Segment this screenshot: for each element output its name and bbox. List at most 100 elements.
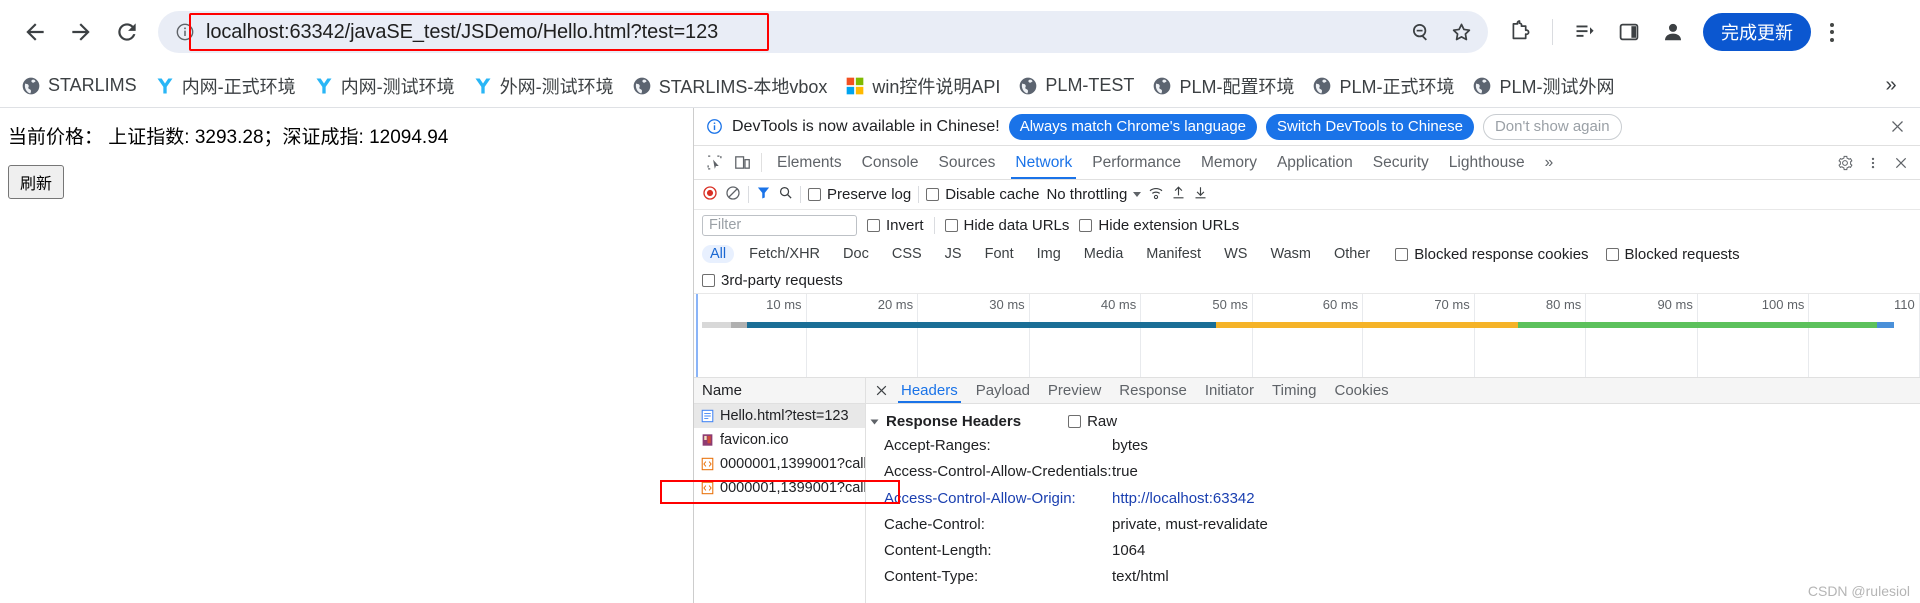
- chip-js[interactable]: JS: [937, 245, 970, 263]
- bookmark-star-button[interactable]: [1444, 15, 1478, 49]
- tab-memory[interactable]: Memory: [1191, 146, 1267, 179]
- search-button[interactable]: [778, 185, 793, 204]
- reading-list-button[interactable]: [1565, 12, 1605, 52]
- extensions-button[interactable]: [1500, 12, 1540, 52]
- bookmark-plm-ext-test[interactable]: PLM-测试外网: [1463, 68, 1623, 104]
- raw-checkbox[interactable]: Raw: [1068, 413, 1117, 430]
- blocked-response-cookies-checkbox[interactable]: Blocked response cookies: [1395, 246, 1589, 263]
- filter-input[interactable]: Filter: [702, 214, 857, 236]
- tab-performance[interactable]: Performance: [1082, 146, 1191, 179]
- tab-network[interactable]: Network: [1005, 146, 1082, 179]
- clear-button[interactable]: [725, 185, 741, 205]
- forward-button[interactable]: [60, 11, 102, 53]
- dont-show-again-button[interactable]: Don't show again: [1482, 113, 1622, 140]
- chip-fetch-xhr[interactable]: Fetch/XHR: [741, 245, 828, 263]
- preserve-log-checkbox[interactable]: Preserve log: [808, 186, 911, 203]
- bookmarks-overflow-button[interactable]: »: [1874, 69, 1908, 103]
- site-info-button[interactable]: [170, 17, 200, 47]
- profile-button[interactable]: [1653, 12, 1693, 52]
- refresh-button[interactable]: 刷新: [8, 165, 65, 199]
- request-row-callback-2[interactable]: 0000001,1399001?callba...: [694, 476, 865, 500]
- chip-all[interactable]: All: [702, 245, 735, 263]
- response-headers-title: Response Headers: [886, 413, 1022, 430]
- chip-font[interactable]: Font: [977, 245, 1022, 263]
- overview-segment: [1215, 322, 1519, 328]
- detail-tab-headers[interactable]: Headers: [892, 378, 967, 403]
- response-headers-section[interactable]: Response Headers Raw: [866, 410, 1920, 433]
- import-har-button[interactable]: [1171, 185, 1186, 204]
- throttling-value: No throttling: [1046, 186, 1128, 203]
- zoom-out-button[interactable]: [1404, 15, 1438, 49]
- bookmark-starlims[interactable]: STARLIMS: [12, 70, 146, 101]
- hide-data-urls-checkbox[interactable]: Hide data URLs: [944, 217, 1069, 234]
- always-match-language-button[interactable]: Always match Chrome's language: [1008, 113, 1258, 140]
- chip-css[interactable]: CSS: [884, 245, 930, 263]
- third-party-requests-checkbox[interactable]: 3rd-party requests: [702, 272, 843, 289]
- network-overview-timeline[interactable]: 10 ms 20 ms 30 ms 40 ms 50 ms 60 ms 70 m…: [694, 294, 1920, 378]
- update-button[interactable]: 完成更新: [1703, 13, 1811, 51]
- bookmark-plm-config[interactable]: PLM-配置环境: [1143, 68, 1303, 104]
- detail-tab-timing[interactable]: Timing: [1263, 378, 1325, 403]
- detail-tab-response[interactable]: Response: [1110, 378, 1196, 403]
- devtools-tab-bar: Elements Console Sources Network Perform…: [694, 146, 1920, 180]
- switch-devtools-chinese-button[interactable]: Switch DevTools to Chinese: [1266, 113, 1474, 140]
- tab-elements[interactable]: Elements: [767, 146, 852, 179]
- back-button[interactable]: [14, 11, 56, 53]
- record-button[interactable]: [702, 185, 718, 205]
- side-panel-button[interactable]: [1609, 12, 1649, 52]
- bookmark-intranet-prod[interactable]: 内网-正式环境: [146, 68, 305, 104]
- bookmark-intranet-test[interactable]: 内网-测试环境: [305, 68, 464, 104]
- detail-tab-preview[interactable]: Preview: [1039, 378, 1110, 403]
- banner-close-button[interactable]: [1884, 114, 1910, 140]
- bookmark-starlims-vbox[interactable]: STARLIMS-本地vbox: [623, 68, 837, 104]
- request-row-hello-html[interactable]: Hello.html?test=123: [694, 404, 865, 428]
- invert-checkbox[interactable]: Invert: [867, 217, 924, 234]
- detail-close-button[interactable]: [870, 378, 892, 403]
- tab-application[interactable]: Application: [1267, 146, 1363, 179]
- chip-wasm[interactable]: Wasm: [1262, 245, 1319, 263]
- detail-tab-bar: Headers Payload Preview Response Initiat…: [866, 378, 1920, 404]
- raw-label: Raw: [1087, 413, 1118, 430]
- request-row-favicon[interactable]: favicon.ico: [694, 428, 865, 452]
- devtools-more-button[interactable]: [1860, 150, 1886, 176]
- blocked-requests-checkbox[interactable]: Blocked requests: [1605, 246, 1740, 263]
- tab-sources[interactable]: Sources: [929, 146, 1006, 179]
- devtools-settings-button[interactable]: [1832, 150, 1858, 176]
- bookmark-win-api[interactable]: win控件说明API: [836, 68, 1009, 104]
- address-bar[interactable]: localhost:63342/javaSE_test/JSDemo/Hello…: [158, 11, 1488, 53]
- throttling-dropdown[interactable]: No throttling: [1046, 186, 1142, 203]
- detail-tab-cookies[interactable]: Cookies: [1325, 378, 1397, 403]
- export-har-button[interactable]: [1193, 185, 1208, 204]
- banner-message: DevTools is now available in Chinese!: [732, 117, 1000, 135]
- detail-tab-initiator[interactable]: Initiator: [1196, 378, 1263, 403]
- chip-media[interactable]: Media: [1076, 245, 1132, 263]
- detail-tab-payload[interactable]: Payload: [967, 378, 1039, 403]
- chip-manifest[interactable]: Manifest: [1138, 245, 1209, 263]
- disable-cache-checkbox[interactable]: Disable cache: [926, 186, 1039, 203]
- tab-overflow-button[interactable]: »: [1535, 146, 1564, 179]
- close-x-icon: [1891, 121, 1903, 132]
- device-toolbar-button[interactable]: [728, 146, 756, 179]
- tab-lighthouse[interactable]: Lighthouse: [1439, 146, 1535, 179]
- chip-doc[interactable]: Doc: [835, 245, 877, 263]
- devtools-close-button[interactable]: [1888, 150, 1914, 176]
- chip-img[interactable]: Img: [1029, 245, 1069, 263]
- browser-menu-button[interactable]: [1815, 12, 1849, 52]
- bookmark-plm-prod[interactable]: PLM-正式环境: [1303, 68, 1463, 104]
- network-conditions-button[interactable]: [1148, 185, 1164, 205]
- bookmark-extranet-test[interactable]: 外网-测试环境: [464, 68, 623, 104]
- script-icon: [701, 481, 714, 495]
- inspect-element-button[interactable]: [700, 146, 728, 179]
- filter-toggle-button[interactable]: [756, 185, 771, 204]
- chip-other[interactable]: Other: [1326, 245, 1378, 263]
- hide-extension-urls-checkbox[interactable]: Hide extension URLs: [1079, 217, 1239, 234]
- tab-separator: [761, 153, 762, 172]
- bookmark-plm-test[interactable]: PLM-TEST: [1009, 70, 1143, 101]
- tab-console[interactable]: Console: [852, 146, 929, 179]
- request-row-callback-1[interactable]: 0000001,1399001?callba...: [694, 452, 865, 476]
- download-arrow-icon: [1195, 187, 1206, 199]
- tab-security[interactable]: Security: [1363, 146, 1439, 179]
- tick-label: 40 ms: [1100, 297, 1137, 312]
- chip-ws[interactable]: WS: [1216, 245, 1255, 263]
- reload-button[interactable]: [106, 11, 148, 53]
